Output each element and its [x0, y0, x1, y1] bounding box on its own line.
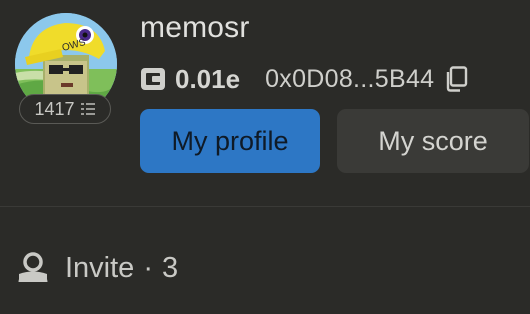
- wallet-address: 0x0D08...5B44: [265, 64, 435, 93]
- wallet-balance: 0.01e: [175, 63, 241, 94]
- invite-label: Invite: [65, 251, 135, 284]
- wallet-icon: [141, 68, 165, 90]
- profile-card: OWS 1417 memosr 0.01e 0x0D08...5B44 My p…: [0, 0, 530, 314]
- my-profile-button[interactable]: My profile: [140, 109, 320, 173]
- invite-row[interactable]: Invite · 3: [17, 249, 178, 287]
- profile-header: OWS 1417 memosr 0.01e 0x0D08...5B44 My p…: [0, 0, 530, 207]
- copy-icon[interactable]: [444, 66, 468, 92]
- level-value: 1417: [34, 98, 75, 119]
- invite-separator: ·: [143, 251, 153, 284]
- stack-icon: [80, 103, 95, 115]
- my-score-button[interactable]: My score: [337, 109, 529, 173]
- invite-count: 3: [162, 251, 179, 284]
- person-icon: [18, 252, 48, 283]
- level-badge: 1417: [19, 94, 111, 124]
- wallet-row: 0.01e 0x0D08...5B44: [140, 63, 468, 95]
- username: memosr: [140, 11, 250, 44]
